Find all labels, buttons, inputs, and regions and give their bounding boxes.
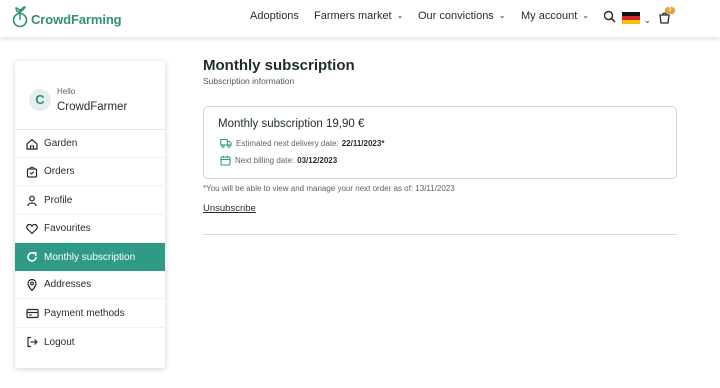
nav-our-convictions-label: Our convictions [418,10,494,22]
nav-adoptions-label: Adoptions [250,10,299,22]
billing-date-row: Next billing date: 03/12/2023 [220,155,337,166]
unsubscribe-link[interactable]: Unsubscribe [203,203,256,214]
garden-icon [25,137,39,151]
sidebar-item-profile[interactable]: Profile [15,187,165,215]
sidebar-item-orders[interactable]: Orders [15,158,165,186]
sidebar-item-label: Profile [44,195,73,206]
nav-adoptions[interactable]: Adoptions [250,10,299,22]
sidebar-item-payment-methods[interactable]: Payment methods [15,300,165,328]
search-button[interactable] [603,10,616,28]
sidebar-item-label: Payment methods [44,308,125,319]
nav-my-account[interactable]: My account ⌄ [521,10,589,22]
chevron-down-icon: ⌄ [582,10,589,20]
sidebar-item-label: Logout [44,336,75,348]
sprout-logo-icon [12,6,28,33]
page-subtitle: Subscription information [203,76,295,86]
subscription-price: Monthly subscription 19,90 € [218,118,365,130]
brand-logo[interactable]: CrowdFarming [12,6,122,33]
account-sidebar: C Hello CrowdFarmer Garden Orders Profil… [15,61,165,368]
sidebar-item-logout[interactable]: Logout [15,328,165,356]
sidebar-item-label: Favourites [44,223,91,234]
top-header: CrowdFarming Adoptions Farmers market ⌄ … [0,0,720,37]
greeting-text: Hello [57,87,76,96]
billing-date-label: Next billing date: [235,156,295,165]
search-icon [603,10,616,28]
orders-icon [25,165,39,179]
germany-flag-icon [622,11,640,29]
credit-card-icon [25,307,39,321]
truck-icon [220,138,232,148]
chevron-down-icon: ⌄ [644,15,651,25]
nav-my-account-label: My account [521,10,578,22]
nav-our-convictions[interactable]: Our convictions ⌄ [418,10,506,22]
delivery-date-label: Estimated next delivery date: [236,138,339,148]
delivery-date-row: Estimated next delivery date: 22/11/2023… [220,138,384,148]
sidebar-item-garden[interactable]: Garden [15,130,165,158]
language-selector[interactable]: ⌄ [622,11,651,29]
user-summary: C Hello CrowdFarmer [15,61,165,130]
profile-icon [25,194,39,208]
sidebar-item-label: Monthly subscription [44,251,136,263]
billing-date-value: 03/12/2023 [297,156,338,165]
heart-icon [25,222,39,236]
cart-button[interactable]: 0 [658,7,675,29]
chevron-down-icon: ⌄ [498,10,506,20]
sidebar-item-label: Addresses [44,279,92,290]
subscription-card: Monthly subscription 19,90 € Estimated n… [203,106,677,179]
avatar: C [29,89,51,111]
nav-farmers-market-label: Farmers market [314,10,392,22]
sidebar-item-favourites[interactable]: Favourites [15,215,165,243]
section-divider [203,234,677,235]
sidebar-item-label: Garden [44,138,78,149]
delivery-date-value: 22/11/2023* [341,138,385,148]
page-title: Monthly subscription [203,57,355,74]
nav-farmers-market[interactable]: Farmers market ⌄ [314,10,403,22]
chevron-down-icon: ⌄ [396,10,404,20]
logout-icon [25,335,39,349]
sidebar-item-monthly-subscription[interactable]: Monthly subscription [15,243,165,271]
cart-count-badge: 0 [665,7,675,14]
next-order-note: *You will be able to view and manage you… [203,184,455,193]
location-icon [25,278,39,292]
brand-name: CrowdFarming [31,12,122,27]
sidebar-item-label: Orders [44,166,75,177]
sidebar-item-addresses[interactable]: Addresses [15,271,165,299]
refresh-icon [25,250,39,264]
calendar-icon [220,155,231,166]
user-name: CrowdFarmer [57,101,128,113]
